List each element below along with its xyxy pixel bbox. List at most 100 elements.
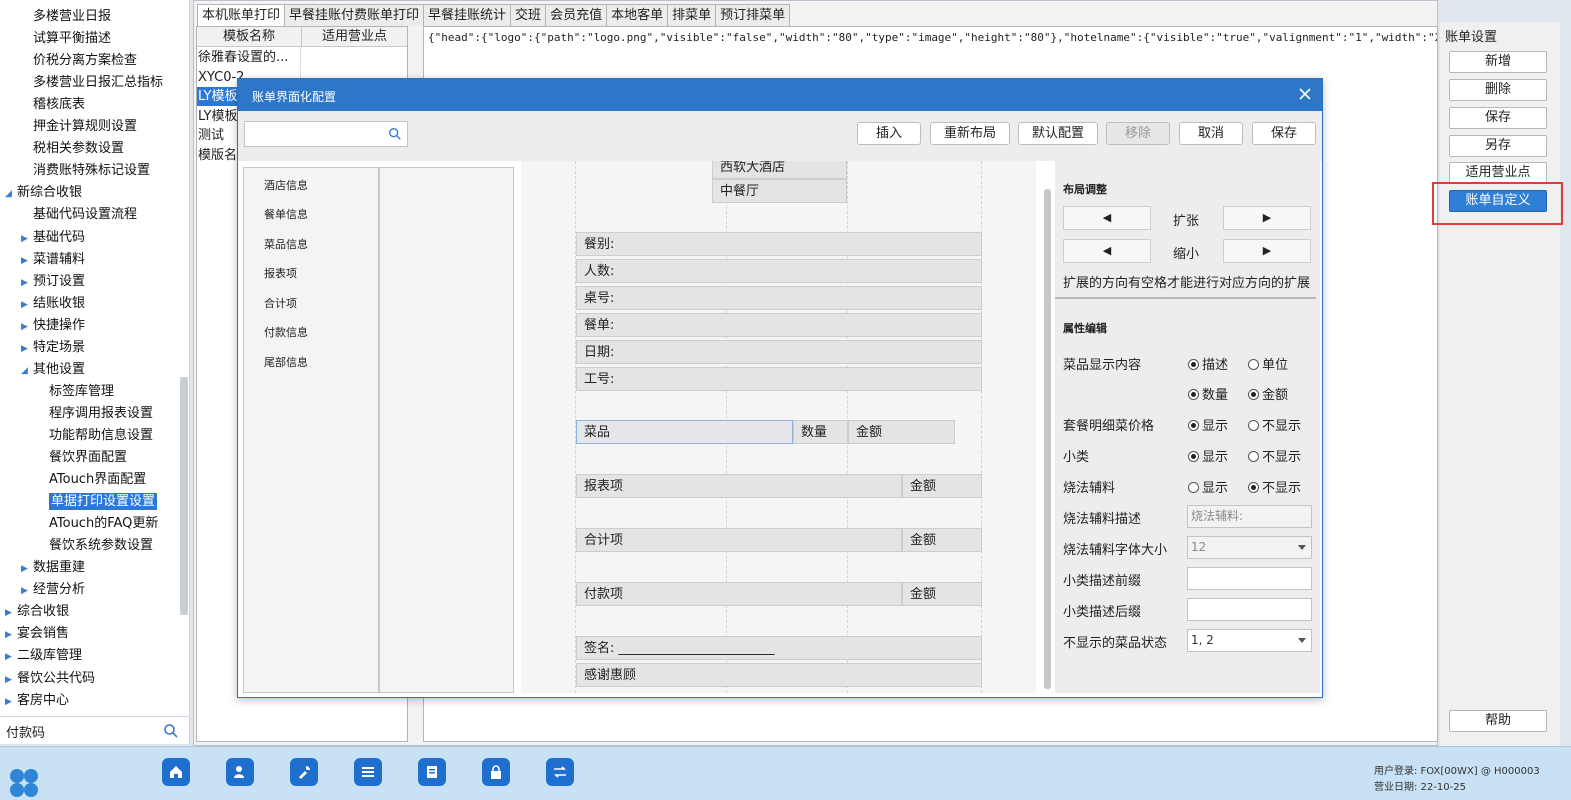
tree-item[interactable]: ▶ 特定场景 [21,337,85,359]
search-icon[interactable] [163,723,179,739]
document-icon[interactable] [418,758,446,786]
help-button[interactable]: 帮助 [1449,710,1547,732]
save-button[interactable]: 保存 [1449,107,1547,129]
field-thanks[interactable]: 感谢惠顾 [576,663,982,687]
field-signature[interactable]: 签名: ________________________ [576,636,982,660]
expand-left-button[interactable]: ◀ [1063,206,1151,230]
search-icon[interactable] [388,127,402,141]
tree-item[interactable]: ATouch界面配置 [49,469,146,491]
option-desc[interactable]: 描述 [1188,354,1228,373]
set-price-hide[interactable]: 不显示 [1248,415,1301,434]
layout-canvas[interactable]: 西软大酒店 中餐厅 餐别: 人数: 桌号: 餐单: 日期: 工号: 菜品 数量 … [521,161,1036,693]
tree-item[interactable]: 试算平衡描述 [33,28,111,50]
field-total-amount[interactable]: 金额 [902,528,982,552]
category-total-item[interactable]: 合计项 [264,295,297,311]
field-date[interactable]: 日期: [576,340,982,364]
tree-item[interactable]: ▶ 菜谱辅料 [21,249,85,271]
field-table[interactable]: 桌号: [576,286,982,310]
sub-prefix-input[interactable] [1187,567,1312,590]
expand-arrow-icon[interactable]: ▶ [21,580,33,602]
expand-arrow-icon[interactable]: ▶ [21,272,33,294]
subclass-hide[interactable]: 不显示 [1248,446,1301,465]
remove-button[interactable]: 移除 [1106,122,1170,145]
table-row[interactable]: 徐雅春设置的... [197,48,407,67]
field-total[interactable]: 合计项 [576,528,902,552]
shrink-right-button[interactable]: ▶ [1223,239,1311,263]
expand-right-button[interactable]: ▶ [1223,206,1311,230]
tree-item[interactable]: ▶ 餐饮公共代码 [5,668,95,690]
tree-item[interactable]: 押金计算规则设置 [33,116,137,138]
sub-suffix-input[interactable] [1187,598,1312,621]
field-report[interactable]: 报表项 [576,474,902,498]
tree-item[interactable]: 单据打印设置设置 [49,491,158,513]
user-settings-icon[interactable] [226,758,254,786]
field-payment-amount[interactable]: 金额 [902,582,982,606]
exchange-icon[interactable] [546,758,574,786]
default-config-button[interactable]: 默认配置 [1018,122,1098,145]
tree-item[interactable]: 标签库管理 [49,381,114,403]
category-payment-info[interactable]: 付款信息 [264,324,308,340]
tree-item[interactable]: ▶ 宴会销售 [5,623,69,645]
tree-item[interactable]: 功能帮助信息设置 [49,425,153,447]
option-unit[interactable]: 单位 [1248,354,1288,373]
tree-scrollbar[interactable] [180,377,188,615]
expand-arrow-icon[interactable]: ▶ [5,602,17,624]
list-icon[interactable] [354,758,382,786]
tree-item[interactable]: 税相关参数设置 [33,138,124,160]
field-meal[interactable]: 餐别: [576,232,982,256]
canvas-scrollbar[interactable] [1044,189,1051,689]
lock-icon[interactable] [482,758,510,786]
field-hotel-name[interactable]: 西软大酒店 [712,161,847,179]
expand-arrow-icon[interactable]: ▶ [21,228,33,250]
tree-item[interactable]: 餐饮系统参数设置 [49,535,153,557]
tab-5[interactable]: 本地客单 [606,4,669,26]
tree-item[interactable]: ▶ 预订设置 [21,271,85,293]
save-dialog-button[interactable]: 保存 [1252,122,1316,145]
tab-6[interactable]: 排菜单 [667,4,717,26]
tree-item[interactable]: 餐饮界面配置 [49,447,127,469]
field-dish[interactable]: 菜品 [576,420,793,444]
tree-item[interactable]: ▶ 结账收银 [21,293,85,315]
tree-item[interactable]: ▶ 经营分析 [21,579,85,601]
dialog-search-input[interactable] [244,121,408,147]
tree-item[interactable]: ▶ 客房中心 [5,690,69,712]
tree-item[interactable]: ▶ 数据重建 [21,557,85,579]
cancel-button[interactable]: 取消 [1179,122,1243,145]
shrink-left-button[interactable]: ◀ [1063,239,1151,263]
expand-arrow-icon[interactable]: ▶ [21,316,33,338]
tree-item[interactable]: 稽核底表 [33,94,85,116]
tree-search-box[interactable]: 付款码 [0,716,190,744]
expand-arrow-icon[interactable]: ▶ [21,558,33,580]
expand-arrow-icon[interactable]: ▶ [5,691,17,713]
insert-button[interactable]: 插入 [857,122,921,145]
tree-item[interactable]: 消费账特殊标记设置 [33,160,150,182]
expand-arrow-icon[interactable]: ▶ [21,250,33,272]
add-button[interactable]: 新增 [1449,51,1547,73]
app-logo-icon[interactable] [8,767,40,799]
category-report-item[interactable]: 报表项 [264,265,297,281]
field-order[interactable]: 餐单: [576,313,982,337]
cook-desc-input[interactable]: 烧法辅料: [1187,505,1312,528]
category-footer-info[interactable]: 尾部信息 [264,354,308,370]
home-icon[interactable] [162,758,190,786]
expand-arrow-icon[interactable]: ▶ [21,294,33,316]
tree-item[interactable]: 多楼营业日报 [33,6,111,28]
tree-item[interactable]: ◢ 其他设置 [21,359,85,381]
category-dish-info[interactable]: 菜品信息 [264,236,308,252]
expand-arrow-icon[interactable]: ▶ [21,338,33,360]
set-price-show[interactable]: 显示 [1188,415,1228,434]
field-outlet[interactable]: 中餐厅 [712,179,847,203]
relayout-button[interactable]: 重新布局 [930,122,1010,145]
tab-2[interactable]: 早餐挂账统计 [423,4,512,26]
option-qty[interactable]: 数量 [1188,384,1228,403]
save-as-button[interactable]: 另存 [1449,135,1547,157]
category-order-info[interactable]: 餐单信息 [264,206,308,222]
cook-aux-show[interactable]: 显示 [1188,477,1228,496]
tab-3[interactable]: 交班 [510,4,547,26]
outlet-button[interactable]: 适用营业点 [1449,162,1547,184]
tree-search-input[interactable]: 付款码 [6,722,45,741]
hidden-status-select[interactable]: 1, 2 [1187,629,1312,652]
cook-aux-hide[interactable]: 不显示 [1248,477,1301,496]
category-hotel-info[interactable]: 酒店信息 [264,177,308,193]
subclass-show[interactable]: 显示 [1188,446,1228,465]
